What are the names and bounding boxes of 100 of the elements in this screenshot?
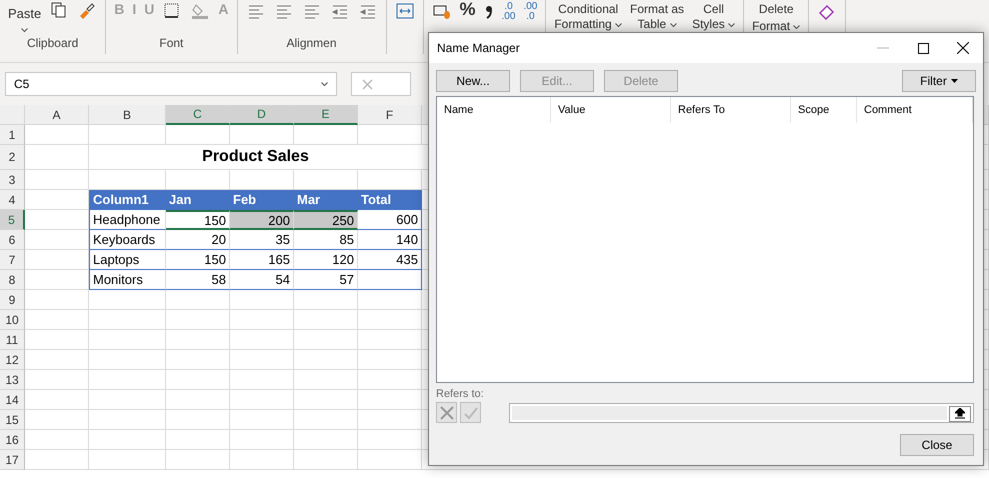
empty-cell[interactable] — [294, 430, 358, 450]
collapse-button[interactable] — [949, 406, 971, 422]
empty-cell[interactable] — [166, 410, 230, 430]
row-header[interactable]: 10 — [0, 310, 25, 330]
empty-cell[interactable] — [294, 410, 358, 430]
delete-button[interactable]: Delete — [752, 2, 800, 17]
list-column-header[interactable]: Scope — [791, 97, 857, 123]
table-cell: 150 — [166, 250, 230, 270]
merge-cells-icon[interactable] — [394, 2, 415, 20]
empty-cell[interactable] — [89, 390, 166, 410]
row-header[interactable]: 13 — [0, 370, 25, 390]
empty-cell[interactable] — [230, 125, 294, 145]
list-column-header[interactable]: Name — [437, 97, 551, 123]
empty-cell[interactable] — [358, 410, 422, 430]
empty-cell[interactable] — [230, 390, 294, 410]
row-header[interactable]: 8 — [0, 270, 25, 290]
confirm-button[interactable] — [460, 402, 481, 423]
row-header[interactable]: 16 — [0, 430, 25, 450]
row-header[interactable]: 2 — [0, 145, 25, 170]
filter-button[interactable]: Filter — [902, 70, 976, 92]
decimal-button[interactable]: .0 .00 — [502, 2, 516, 22]
empty-cell[interactable] — [89, 125, 166, 145]
empty-cell[interactable] — [358, 390, 422, 410]
column-header[interactable]: E — [294, 105, 358, 125]
empty-cell[interactable] — [230, 350, 294, 370]
empty-cell[interactable] — [230, 310, 294, 330]
name-box[interactable]: C5 — [5, 72, 337, 96]
empty-cell[interactable] — [166, 125, 230, 145]
empty-cell[interactable] — [294, 330, 358, 350]
empty-cell[interactable] — [294, 390, 358, 410]
close-icon — [362, 78, 373, 90]
column-header[interactable]: F — [358, 105, 422, 125]
empty-cell[interactable] — [230, 450, 294, 470]
empty-cell[interactable] — [89, 450, 166, 470]
empty-cell[interactable] — [230, 330, 294, 350]
row-header[interactable]: 7 — [0, 250, 25, 270]
column-header[interactable]: C — [166, 105, 230, 125]
empty-cell[interactable] — [89, 370, 166, 390]
cancel-button[interactable] — [351, 72, 411, 96]
row-header[interactable]: 15 — [0, 410, 25, 430]
empty-cell[interactable] — [358, 310, 422, 330]
empty-cell[interactable] — [89, 330, 166, 350]
empty-cell[interactable] — [89, 350, 166, 370]
empty-cell[interactable] — [166, 370, 230, 390]
format-button[interactable]: Format — [752, 19, 800, 34]
column-header[interactable]: D — [230, 105, 294, 125]
table-cell: 150 — [166, 210, 230, 230]
empty-cell[interactable] — [166, 390, 230, 410]
empty-cell[interactable] — [166, 450, 230, 470]
empty-cell[interactable] — [230, 370, 294, 390]
empty-cell[interactable] — [358, 450, 422, 470]
row-header[interactable]: 17 — [0, 450, 25, 470]
select-all-corner[interactable] — [0, 105, 25, 125]
empty-cell[interactable] — [294, 350, 358, 370]
empty-cell[interactable] — [230, 430, 294, 450]
ribbon-button[interactable]: Format as Table — [630, 2, 684, 32]
row-header[interactable]: 14 — [0, 390, 25, 410]
list-column-header[interactable]: Value — [551, 97, 671, 123]
row-header[interactable]: 11 — [0, 330, 25, 350]
row-header[interactable]: 6 — [0, 230, 25, 250]
row-header[interactable]: 12 — [0, 350, 25, 370]
row-header[interactable]: 3 — [0, 170, 25, 190]
paste-button[interactable]: Paste — [8, 2, 42, 36]
empty-cell[interactable] — [294, 370, 358, 390]
ribbon-button[interactable]: Cell Styles — [692, 2, 736, 32]
list-column-header[interactable]: Comment — [857, 97, 973, 123]
empty-cell[interactable] — [358, 125, 422, 145]
row-header[interactable]: 9 — [0, 290, 25, 310]
fill-color-icon[interactable] — [190, 2, 210, 20]
empty-cell[interactable] — [358, 430, 422, 450]
empty-cell[interactable] — [89, 430, 166, 450]
ribbon-button[interactable]: Conditional Formatting — [554, 2, 622, 32]
cancel-button[interactable] — [436, 402, 457, 423]
ribbon-button[interactable]: % — [460, 2, 476, 17]
column-header[interactable]: B — [89, 105, 166, 125]
empty-cell[interactable] — [294, 310, 358, 330]
dialog-button[interactable]: New... — [436, 70, 510, 92]
empty-cell[interactable] — [358, 370, 422, 390]
empty-cell[interactable] — [294, 125, 358, 145]
upload-arrow-icon — [955, 408, 965, 419]
empty-cell[interactable] — [294, 450, 358, 470]
close-dialog-button[interactable]: Close — [900, 434, 974, 456]
empty-cell[interactable] — [166, 430, 230, 450]
empty-cell[interactable] — [230, 410, 294, 430]
empty-cell[interactable] — [89, 410, 166, 430]
empty-cell[interactable] — [358, 330, 422, 350]
row-header[interactable]: 1 — [0, 125, 25, 145]
table-cell: 600 — [358, 210, 422, 230]
empty-cell[interactable] — [89, 310, 166, 330]
empty-cell[interactable] — [166, 310, 230, 330]
table-header: Column1 — [89, 190, 166, 210]
decimal-button[interactable]: .00 .0 — [523, 2, 538, 22]
list-column-header[interactable]: Refers To — [671, 97, 791, 123]
column-header[interactable]: A — [25, 105, 89, 125]
empty-cell[interactable] — [358, 350, 422, 370]
empty-cell[interactable] — [166, 350, 230, 370]
refers-to-field[interactable] — [509, 402, 974, 422]
row-header[interactable]: 4 — [0, 190, 25, 210]
empty-cell[interactable] — [166, 330, 230, 350]
row-header[interactable]: 5 — [0, 210, 25, 230]
